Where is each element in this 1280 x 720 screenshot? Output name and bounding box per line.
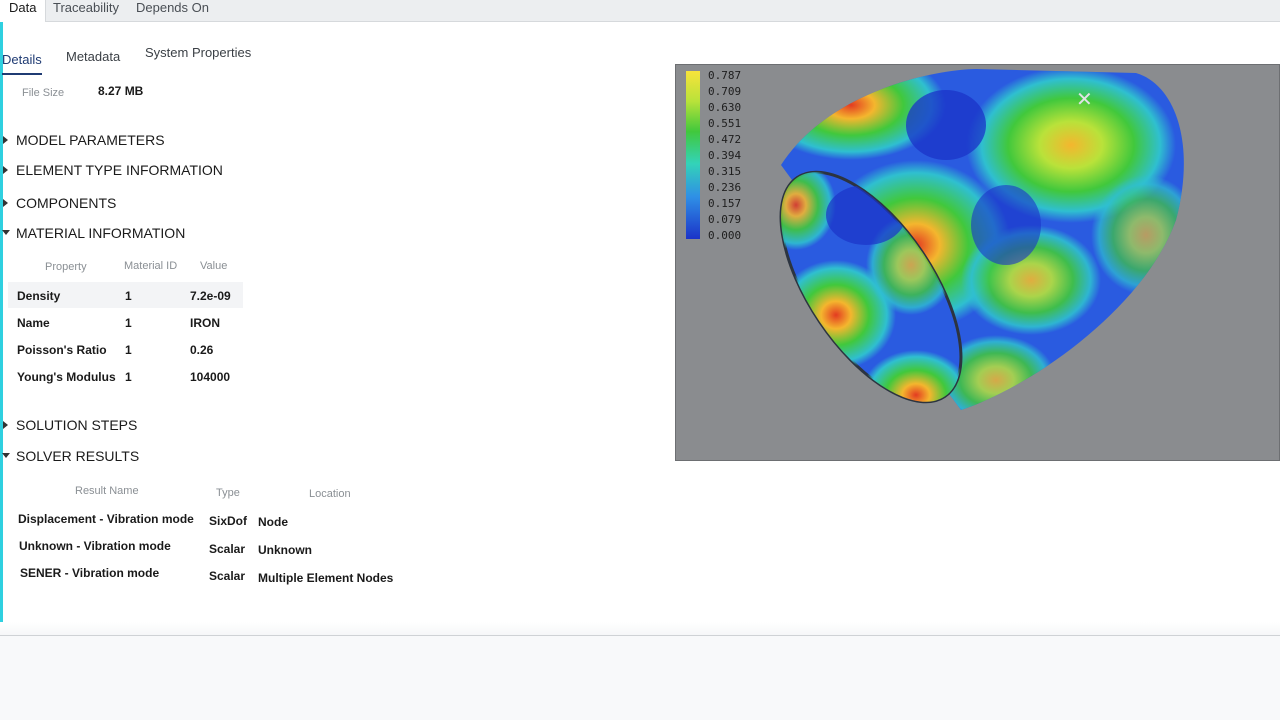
window-edge-accent <box>0 0 3 630</box>
tab-depends-on[interactable]: Depends On <box>136 0 209 22</box>
material-header-value: Value <box>200 260 228 272</box>
section-label: ELEMENT TYPE INFORMATION <box>16 162 223 178</box>
close-icon[interactable]: ✕ <box>1076 90 1094 110</box>
legend-value: 0.630 <box>708 101 742 114</box>
section-label: SOLVER RESULTS <box>16 448 140 464</box>
legend-value: 0.000 <box>708 229 742 242</box>
result-name: SENER - Vibration mode <box>20 566 160 580</box>
section-label: SOLUTION STEPS <box>16 417 138 433</box>
section-model-parameters[interactable]: MODEL PARAMETERS <box>2 132 165 148</box>
result-location: Node <box>258 515 288 529</box>
material-property: Poisson's Ratio <box>17 343 107 357</box>
material-value: 7.2e-09 <box>190 289 231 303</box>
footer-area <box>0 636 1280 720</box>
section-label: COMPONENTS <box>16 195 117 211</box>
chevron-right-icon <box>2 166 10 174</box>
result-type: SixDof <box>209 514 248 528</box>
legend-color-bar <box>686 71 700 239</box>
tab-traceability[interactable]: Traceability <box>53 0 119 22</box>
legend-value: 0.315 <box>708 165 742 178</box>
material-property: Young's Modulus <box>17 370 116 384</box>
file-size-label: File Size <box>22 87 65 99</box>
legend-value: 0.472 <box>708 133 742 146</box>
chevron-down-icon <box>2 229 10 237</box>
result-name: Displacement - Vibration mode <box>18 512 194 526</box>
material-header-material-id: Material ID <box>124 260 178 272</box>
result-location: Unknown <box>258 543 312 557</box>
tab-data[interactable]: Data <box>0 0 47 22</box>
material-value: 0.26 <box>190 343 214 357</box>
material-id: 1 <box>125 316 132 330</box>
section-element-type-information[interactable]: ELEMENT TYPE INFORMATION <box>2 162 223 178</box>
material-value: 104000 <box>190 370 231 384</box>
material-value: IRON <box>190 316 220 330</box>
model-viewer[interactable]: 0.787 0.709 0.630 0.551 0.472 0.394 0.31… <box>675 64 1280 461</box>
results-header-type: Type <box>216 487 240 499</box>
section-components[interactable]: COMPONENTS <box>2 195 116 211</box>
chevron-right-icon <box>2 136 10 144</box>
chevron-right-icon <box>2 421 10 429</box>
chevron-down-icon <box>2 452 10 460</box>
section-material-information[interactable]: MATERIAL INFORMATION <box>2 225 185 241</box>
cylinder-contour-plot <box>756 69 1184 432</box>
results-header-name: Result Name <box>75 485 139 497</box>
section-solver-results[interactable]: SOLVER RESULTS <box>2 448 139 464</box>
legend-value: 0.787 <box>708 69 742 82</box>
material-id: 1 <box>125 289 132 303</box>
result-name: Unknown - Vibration mode <box>19 539 171 553</box>
material-property: Name <box>17 316 50 330</box>
legend-value: 0.079 <box>708 213 742 226</box>
legend-value: 0.157 <box>708 197 742 210</box>
legend-value: 0.236 <box>708 181 742 194</box>
legend-value: 0.551 <box>708 117 742 130</box>
result-type: Scalar <box>209 542 246 556</box>
panel-divider <box>0 622 1280 636</box>
file-size-value: 8.27 MB <box>98 84 144 98</box>
tab-details[interactable]: Details <box>2 52 42 75</box>
chevron-right-icon <box>2 199 10 207</box>
tab-metadata[interactable]: Metadata <box>66 49 120 70</box>
table-row[interactable]: Density 1 7.2e-09 <box>8 282 243 308</box>
result-location: Multiple Element Nodes <box>258 571 394 585</box>
results-header-location: Location <box>309 488 351 500</box>
tab-system-properties[interactable]: System Properties <box>145 45 251 66</box>
result-type: Scalar <box>209 569 246 583</box>
top-tab-bar: Data Traceability Depends On <box>0 0 1280 22</box>
section-label: MODEL PARAMETERS <box>16 132 165 148</box>
section-label: MATERIAL INFORMATION <box>16 225 186 241</box>
material-id: 1 <box>125 370 132 384</box>
material-id: 1 <box>125 343 132 357</box>
legend-value: 0.394 <box>708 149 742 162</box>
legend-value: 0.709 <box>708 85 742 98</box>
material-property: Density <box>17 289 61 303</box>
section-solution-steps[interactable]: SOLUTION STEPS <box>2 417 137 433</box>
material-header-property: Property <box>45 261 87 273</box>
